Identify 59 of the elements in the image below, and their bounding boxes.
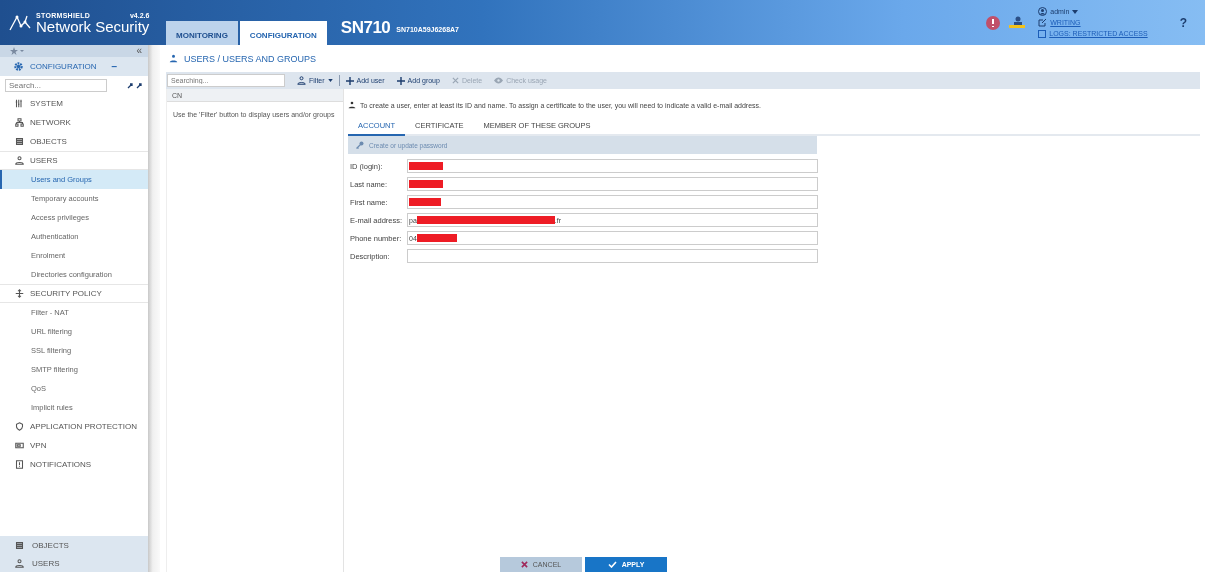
close-icon <box>520 561 528 568</box>
user-icon <box>169 54 178 63</box>
close-icon <box>451 77 459 84</box>
mode-tab[interactable]: MONITORING <box>166 21 238 45</box>
pinned-item[interactable]: USERS <box>0 554 148 572</box>
menu-item[interactable]: NETWORK <box>0 113 148 132</box>
menu-item[interactable]: SECURITY POLICY <box>0 284 148 303</box>
star-icon[interactable] <box>10 47 24 55</box>
menu-icon <box>15 460 24 469</box>
menu-item[interactable]: APPLICATION PROTECTION <box>0 417 148 436</box>
menu-icon <box>15 156 24 165</box>
redaction-mark <box>416 234 457 242</box>
user-figure-icon[interactable] <box>1008 15 1027 30</box>
caret-icon <box>327 79 333 82</box>
logo-icon <box>8 13 32 32</box>
section-title: CONFIGURATION <box>30 62 97 71</box>
input-field[interactable] <box>407 195 818 209</box>
input-field[interactable] <box>407 249 818 263</box>
search-field[interactable]: Search... <box>5 78 107 92</box>
menu-item[interactable]: OBJECTS <box>0 132 148 151</box>
menu-icon <box>15 118 24 127</box>
redaction-mark <box>409 198 441 206</box>
user-icon <box>348 101 356 109</box>
mode-tab[interactable]: CONFIGURATION <box>239 21 327 45</box>
key-icon <box>356 141 364 149</box>
section-toggle[interactable]: − <box>111 61 118 72</box>
menu-icon <box>15 441 24 450</box>
edit-icon <box>1038 18 1048 27</box>
input-field[interactable] <box>407 159 818 173</box>
user-icon <box>297 76 306 85</box>
alert-icon[interactable] <box>986 15 1001 30</box>
help-button[interactable]: ? <box>1179 15 1187 30</box>
menu-icon <box>15 99 24 108</box>
menu-icon <box>15 558 24 568</box>
caret-icon <box>1072 9 1079 14</box>
menu-item[interactable]: SYSTEM <box>0 94 148 113</box>
model-name: SN710 <box>340 17 391 38</box>
plus-icon <box>345 76 354 85</box>
redaction-mark <box>409 162 443 170</box>
check-icon <box>607 561 617 568</box>
logs-checkbox[interactable] <box>1038 29 1047 38</box>
menu-icon <box>15 289 24 298</box>
eye-icon <box>494 77 504 84</box>
input-field[interactable] <box>407 177 818 191</box>
menu-item[interactable]: NOTIFICATIONS <box>0 455 148 474</box>
redaction-mark <box>409 180 443 188</box>
collapse-button[interactable]: « <box>136 46 142 56</box>
product-name: Network Security <box>36 18 150 34</box>
menu-icon <box>15 422 24 431</box>
settings-icon <box>14 62 23 71</box>
plus-icon <box>396 76 405 85</box>
pinned-item[interactable]: OBJECTS <box>0 536 148 554</box>
menu-icon <box>15 540 24 550</box>
menu-item[interactable]: VPN <box>0 436 148 455</box>
menu-icon <box>15 137 24 146</box>
page-title: USERS / USERS AND GROUPS <box>184 53 317 64</box>
account-icon <box>1038 7 1048 16</box>
expand-all-icon[interactable] <box>127 81 143 89</box>
menu-item[interactable]: USERS <box>0 151 148 170</box>
